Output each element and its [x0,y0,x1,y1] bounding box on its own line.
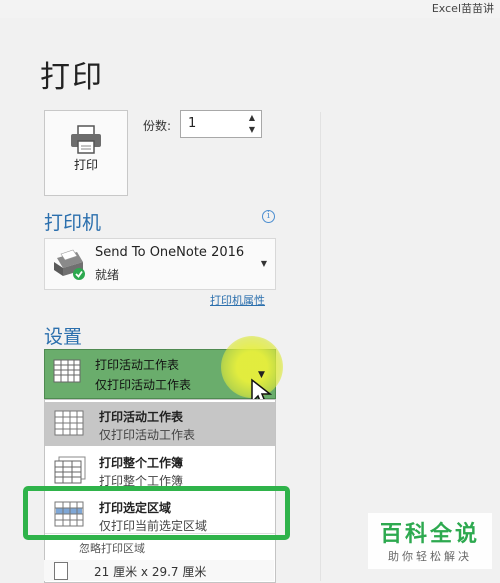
watermark: 百科全说 助你轻松解决 [368,513,492,569]
paper-size-label: 21 厘米 x 29.7 厘米 [94,565,207,579]
settings-section-title: 设置 [44,326,83,348]
printer-section-title: 打印机 [44,212,102,234]
title-bar [0,0,500,18]
selected-option-title: 打印活动工作表 [95,358,180,372]
printer-icon [54,249,85,280]
print-button-label: 打印 [73,158,98,172]
printer-properties-link[interactable]: 打印机属性 [210,292,265,308]
window-title: Excel苗苗讲 [431,2,494,15]
decrement-arrow-icon[interactable]: ▼ [246,124,258,135]
workbook-icon [54,456,86,484]
option-title: 打印整个工作簿 [99,456,184,470]
selected-option-desc: 仅打印活动工作表 [95,378,192,392]
menu-option-active-sheets[interactable]: 打印活动工作表 仅打印活动工作表 [45,402,275,446]
ignore-print-area-option[interactable]: 忽略打印区域 [79,540,145,556]
increment-arrow-icon[interactable]: ▲ [246,112,258,123]
spreadsheet-icon [53,359,81,383]
check-badge-icon [73,268,85,280]
info-icon[interactable]: i [262,210,275,223]
highlight-frame [23,486,290,540]
printer-status: 就绪 [95,268,120,282]
copies-value: 1 [188,116,197,131]
copies-label: 份数: [143,119,172,133]
spreadsheet-icon [54,410,84,436]
preview-divider [320,112,321,581]
printer-select[interactable]: Send To OneNote 2016 就绪 ▼ [44,238,276,290]
printer-icon [71,125,101,154]
paper-size-select[interactable]: 21 厘米 x 29.7 厘米 [44,560,274,581]
copies-stepper[interactable]: 1 ▲ ▼ [180,110,262,138]
chevron-down-icon[interactable]: ▼ [261,259,267,268]
watermark-subtitle: 助你轻松解决 [388,550,472,563]
paper-icon [54,562,68,580]
printer-name: Send To OneNote 2016 [95,245,245,260]
option-desc: 仅打印活动工作表 [99,428,196,442]
option-title: 打印活动工作表 [99,410,184,424]
watermark-title: 百科全说 [379,522,480,547]
page-title: 打印 [40,60,104,95]
print-button[interactable]: 打印 [44,110,128,196]
